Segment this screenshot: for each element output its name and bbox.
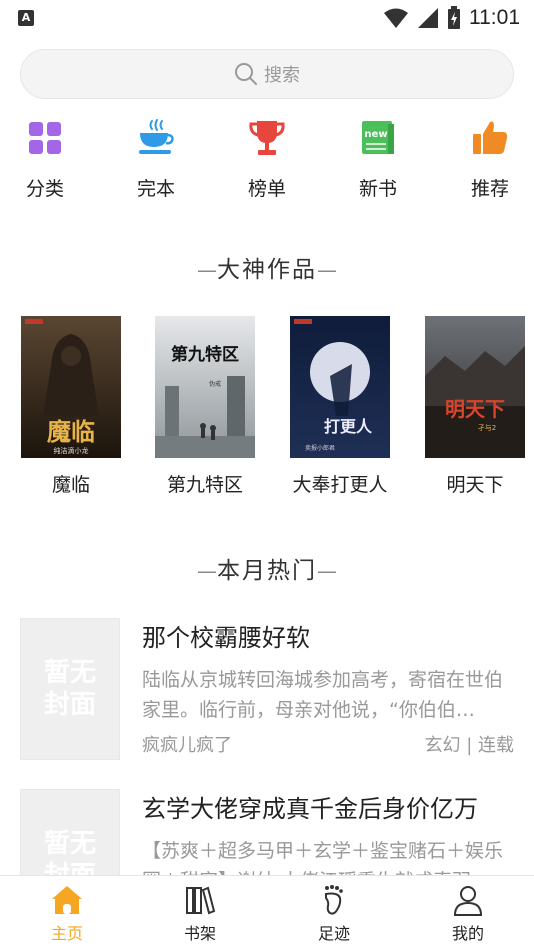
bottom-navigation: 主页 书架 足迹 我的	[0, 875, 534, 950]
category-row: 分类 完本 榜单 new 新书 推荐	[0, 118, 534, 208]
category-label: 分类	[25, 178, 64, 200]
wifi-icon	[384, 8, 408, 28]
hot-book-item[interactable]: 暂无封面 玄学大佬穿成真千金后身价亿万 【苏爽＋超多马甲＋玄学＋鉴宝赌石＋娱乐圈…	[20, 789, 514, 875]
category-completed[interactable]: 完本	[116, 118, 196, 201]
category-recommend[interactable]: 推荐	[450, 118, 530, 201]
hot-book-description: 【苏爽＋超多马甲＋玄学＋鉴宝赌石＋娱乐圈＋甜宠】谢幼 大佬江瑶重生就成真羽	[142, 840, 504, 875]
cover-title: 魔临	[47, 418, 95, 446]
cover-title: 明天下	[445, 397, 505, 421]
cellular-signal-icon	[418, 8, 438, 28]
user-icon	[453, 886, 483, 916]
genre-tag: 玄幻	[424, 735, 461, 756]
featured-book[interactable]: 明天下 孑与2 明天下	[425, 316, 525, 497]
cover-author: 纯洁滴小龙	[54, 446, 89, 455]
nav-bookshelf[interactable]: 书架	[160, 884, 240, 944]
status-tag: 连载	[478, 735, 514, 756]
svg-text:new: new	[364, 129, 387, 140]
nav-footprint[interactable]: 足迹	[294, 884, 374, 944]
cover-author: 卖报小郎君	[305, 444, 335, 452]
category-ranking[interactable]: 榜单	[227, 118, 307, 201]
status-icons: 11:01	[383, 6, 520, 30]
nav-label: 我的	[451, 924, 484, 943]
section-title-text: 大神作品	[217, 257, 317, 283]
status-time: 11:01	[469, 6, 520, 29]
book-title: 大奉打更人	[292, 474, 388, 496]
section-title-featured: —大神作品—	[0, 250, 534, 284]
featured-book[interactable]: 打更人 卖报小郎君 大奉打更人	[290, 316, 390, 497]
category-label: 榜单	[247, 178, 286, 200]
nav-label: 书架	[183, 924, 216, 943]
no-cover-text: 暂无封面	[43, 829, 96, 875]
title-dash: —	[317, 559, 337, 583]
section-title-hot: —本月热门—	[0, 551, 534, 585]
bookshelf-icon	[186, 886, 216, 915]
book-cover: 第九特区 伪戒	[155, 316, 255, 458]
category-label: 推荐	[470, 178, 509, 200]
cover-title: 打更人	[324, 417, 373, 436]
home-icon	[52, 886, 82, 914]
coffee-cup-icon	[139, 119, 174, 154]
book-title: 明天下	[446, 474, 504, 496]
no-cover-text: 暂无封面	[43, 658, 96, 720]
title-dash: —	[317, 258, 337, 282]
search-icon	[235, 63, 257, 85]
hot-book-tags: 玄幻 | 连载	[424, 735, 514, 756]
search-bar[interactable]: 搜索	[20, 49, 514, 99]
hot-book-info: 那个校霸腰好软 陆临从京城转回海城参加高考，寄宿在世伯家里。临行前，母亲对他说，…	[142, 618, 514, 759]
category-label: 完本	[136, 178, 175, 200]
search-placeholder: 搜索	[264, 65, 300, 86]
book-cover: 打更人 卖报小郎君	[290, 316, 390, 458]
new-book-icon: new	[362, 121, 394, 154]
hot-book-author: 疯疯儿疯了	[142, 735, 232, 756]
hot-book-title: 那个校霸腰好软	[142, 624, 310, 652]
no-cover-placeholder: 暂无封面	[20, 789, 120, 875]
no-cover-placeholder: 暂无封面	[20, 618, 120, 760]
hot-book-description: 陆临从京城转回海城参加高考，寄宿在世伯家里。临行前，母亲对他说，“你伯伯…	[142, 669, 504, 721]
section-title-text: 本月热门	[217, 558, 317, 584]
title-dash: —	[197, 258, 217, 282]
status-bar: A 11:01	[0, 0, 534, 36]
nav-profile[interactable]: 我的	[428, 884, 508, 944]
trophy-icon	[249, 121, 285, 155]
title-dash: —	[197, 559, 217, 583]
hot-book-item[interactable]: 暂无封面 那个校霸腰好软 陆临从京城转回海城参加高考，寄宿在世伯家里。临行前，母…	[20, 618, 514, 760]
nav-home[interactable]: 主页	[27, 884, 107, 944]
cover-author: 孑与2	[478, 424, 496, 432]
cover-title: 第九特区	[171, 344, 239, 365]
featured-book[interactable]: 第九特区 伪戒 第九特区	[155, 316, 255, 497]
category-label: 新书	[358, 178, 397, 200]
book-cover: 魔临 纯洁滴小龙	[21, 316, 121, 458]
book-title: 第九特区	[166, 474, 243, 496]
battery-charging-icon	[448, 6, 460, 29]
thumbs-up-icon	[473, 121, 508, 154]
featured-book[interactable]: 魔临 纯洁滴小龙 魔临	[21, 316, 121, 497]
category-classify[interactable]: 分类	[5, 118, 85, 201]
footprint-icon	[325, 885, 343, 915]
hot-book-meta: 疯疯儿疯了 玄幻 | 连载	[142, 731, 514, 759]
notification-a-icon: A	[18, 10, 34, 26]
book-cover: 明天下 孑与2	[425, 316, 525, 458]
category-new-books[interactable]: new 新书	[338, 118, 418, 201]
nav-label: 足迹	[317, 924, 350, 943]
grid-icon	[29, 122, 61, 154]
book-title: 魔临	[51, 474, 90, 496]
nav-label: 主页	[50, 924, 83, 943]
cover-author: 伪戒	[209, 380, 221, 388]
hot-book-title: 玄学大佬穿成真千金后身价亿万	[142, 795, 478, 823]
hot-book-info: 玄学大佬穿成真千金后身价亿万 【苏爽＋超多马甲＋玄学＋鉴宝赌石＋娱乐圈＋甜宠】谢…	[142, 789, 514, 875]
